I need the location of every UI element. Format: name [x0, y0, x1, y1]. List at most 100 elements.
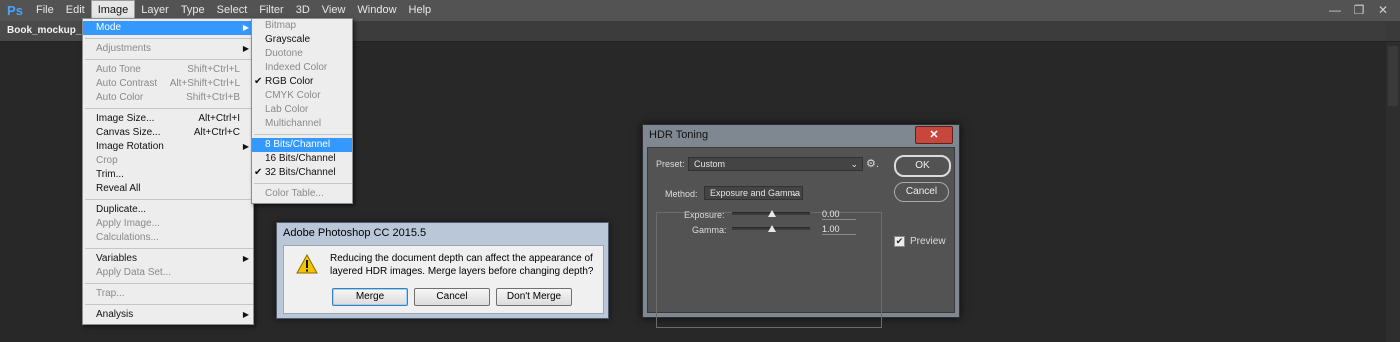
menu-item-trim[interactable]: Trim... [83, 168, 253, 182]
dialog-title: HDR Toning [649, 129, 709, 141]
submenu-arrow-icon: ▶ [242, 44, 249, 53]
menu-separator [85, 283, 253, 284]
preset-label: Preset: [656, 159, 685, 169]
menu-item-analysis[interactable]: Analysis ▶ [83, 308, 253, 322]
preset-value: Custom [694, 159, 726, 169]
submenu-arrow-icon: ▶ [242, 23, 249, 32]
menu-item-label: RGB Color [265, 76, 314, 87]
checkmark-icon: ✔ [254, 76, 263, 87]
menu-item-label: Mode [96, 22, 122, 33]
menu-item-label: Color Table... [265, 188, 324, 199]
menu-item-shortcut: Alt+Ctrl+I [198, 113, 240, 124]
menu-item-canvas-size[interactable]: Canvas Size... Alt+Ctrl+C [83, 126, 253, 140]
method-dropdown[interactable]: Exposure and Gamma ⌄ [704, 186, 803, 200]
menu-item-label: Crop [96, 155, 118, 166]
menu-item-crop: Crop [83, 154, 253, 168]
menu-item-color-table: Color Table... [252, 187, 352, 201]
menu-item-label: Grayscale [265, 34, 311, 45]
menu-item-32-bits-channel[interactable]: ✔ 32 Bits/Channel [252, 166, 352, 180]
menu-item-label: Apply Data Set... [96, 267, 172, 278]
menu-item-label: Indexed Color [265, 62, 328, 73]
menu-item-bitmap: Bitmap [252, 19, 352, 33]
close-icon[interactable]: ✕ [1374, 2, 1392, 18]
submenu-arrow-icon: ▶ [242, 254, 249, 263]
menu-item-label: Image Size... [96, 113, 155, 124]
menu-item-grayscale[interactable]: Grayscale [252, 33, 352, 47]
menu-item-variables[interactable]: Variables ▶ [83, 252, 253, 266]
method-label: Method: [662, 189, 701, 199]
menu-item-label: Trim... [96, 169, 124, 180]
menu-item-label: Multichannel [265, 118, 322, 129]
menu-item-calculations: Calculations... [83, 231, 253, 245]
menu-item-label: Bitmap [265, 20, 297, 31]
menu-item-auto-contrast: Auto Contrast Alt+Shift+Ctrl+L [83, 77, 253, 91]
menu-item-mode[interactable]: Mode ▶ [83, 21, 253, 35]
menu-separator [85, 108, 253, 109]
menu-item-label: Analysis [96, 309, 134, 320]
menu-item-reveal-all[interactable]: Reveal All [83, 182, 253, 196]
scroll-thumb[interactable] [1388, 46, 1398, 106]
menu-item-adjustments: Adjustments ▶ [83, 42, 253, 56]
cancel-button[interactable]: Cancel [894, 182, 949, 202]
dialog-title: Adobe Photoshop CC 2015.5 [283, 227, 427, 239]
submenu-arrow-icon: ▶ [242, 142, 249, 151]
minimize-icon[interactable]: — [1326, 2, 1344, 18]
method-value: Exposure and Gamma [710, 188, 801, 198]
menu-window[interactable]: Window [351, 0, 402, 21]
menu-separator [85, 38, 253, 39]
ok-button[interactable]: OK [894, 155, 951, 177]
menu-item-16-bits-channel[interactable]: 16 Bits/Channel [252, 152, 352, 166]
menu-item-lab-color: Lab Color [252, 103, 352, 117]
menu-item-label: 8 Bits/Channel [265, 139, 331, 150]
menu-item-label: Trap... [96, 288, 125, 299]
image-menu: Mode ▶ Adjustments ▶ Auto Tone Shift+Ctrl+L Au… [82, 18, 254, 325]
menu-item-auto-tone: Auto Tone Shift+Ctrl+L [83, 63, 253, 77]
menu-item-label: Duplicate... [96, 204, 147, 215]
close-button[interactable]: ✕ [915, 126, 953, 144]
menu-item-duplicate[interactable]: Duplicate... [83, 203, 253, 217]
restore-icon[interactable]: ❐ [1350, 2, 1368, 18]
menu-item-cmyk-color: CMYK Color [252, 89, 352, 103]
menu-item-auto-color: Auto Color Shift+Ctrl+B [83, 91, 253, 105]
menu-item-rgb-color[interactable]: ✔ RGB Color [252, 75, 352, 89]
cancel-button[interactable]: Cancel [414, 288, 490, 306]
exposure-value[interactable]: 0.00 [822, 209, 856, 220]
menu-separator [85, 248, 253, 249]
gamma-slider-knob[interactable] [768, 225, 776, 232]
menu-item-label: Reveal All [96, 183, 141, 194]
menu-item-shortcut: Alt+Shift+Ctrl+L [169, 78, 240, 89]
menu-separator [85, 304, 253, 305]
menu-item-label: Apply Image... [96, 218, 160, 229]
menu-item-shortcut: Shift+Ctrl+L [187, 64, 240, 75]
submenu-arrow-icon: ▶ [242, 310, 249, 319]
menu-item-label: 16 Bits/Channel [265, 153, 336, 164]
menu-separator [254, 134, 352, 135]
menu-file[interactable]: File [30, 0, 60, 21]
menu-help[interactable]: Help [403, 0, 438, 21]
exposure-label: Exposure: [684, 210, 725, 220]
exposure-slider-knob[interactable] [768, 210, 776, 217]
preset-dropdown[interactable]: Custom ⌄ [688, 157, 863, 171]
menu-item-label: Adjustments [96, 43, 152, 54]
menu-item-image-size[interactable]: Image Size... Alt+Ctrl+I [83, 112, 253, 126]
preview-checkbox[interactable]: ✔ [894, 236, 905, 247]
vertical-scrollbar[interactable] [1386, 42, 1400, 342]
menu-item-label: Calculations... [96, 232, 159, 243]
tab-scroll[interactable] [1386, 21, 1400, 41]
menu-item-label: Image Rotation [96, 141, 164, 152]
menu-item-label: Canvas Size... [96, 127, 161, 138]
menu-item-label: Auto Color [96, 92, 144, 103]
menu-item-8-bits-channel[interactable]: 8 Bits/Channel [252, 138, 352, 152]
menu-item-image-rotation[interactable]: Image Rotation ▶ [83, 140, 253, 154]
merge-button[interactable]: Merge [332, 288, 408, 306]
dont-merge-button[interactable]: Don't Merge [496, 288, 572, 306]
gear-icon[interactable]: ⚙. [866, 157, 879, 170]
chevron-down-icon: ⌄ [850, 159, 858, 169]
menu-item-label: CMYK Color [265, 90, 321, 101]
gamma-value[interactable]: 1.00 [822, 224, 856, 235]
menu-item-label: Duotone [265, 48, 303, 59]
menu-item-multichannel: Multichannel [252, 117, 352, 131]
dialog-message: Reducing the document depth can affect t… [330, 253, 594, 277]
menu-item-label: Auto Contrast [96, 78, 158, 89]
menu-item-apply-data-set: Apply Data Set... [83, 266, 253, 280]
